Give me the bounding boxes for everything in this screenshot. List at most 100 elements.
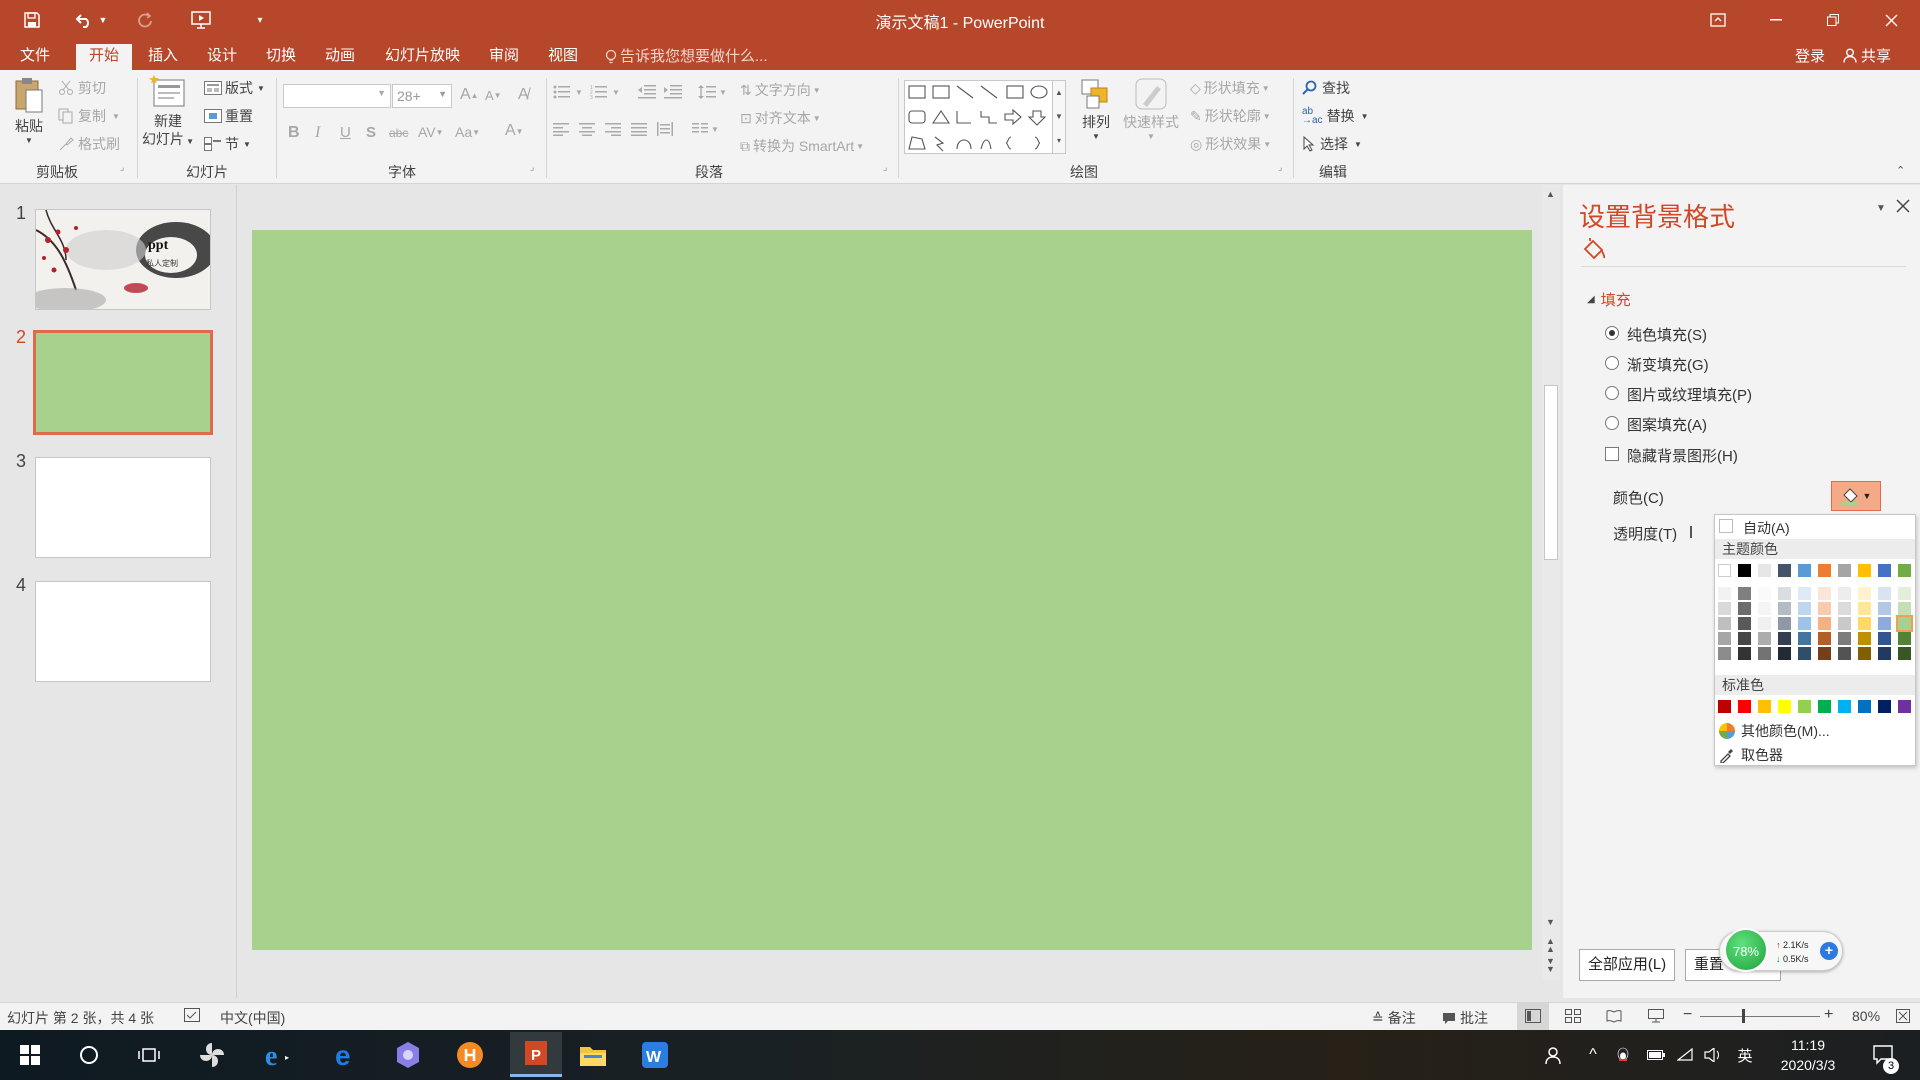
theme-color-swatch[interactable] <box>1838 564 1851 577</box>
theme-color-swatch[interactable] <box>1858 587 1871 600</box>
standard-color-swatch[interactable] <box>1878 700 1891 713</box>
paragraph-launcher-icon[interactable]: ⌟ <box>883 162 887 173</box>
vertical-scrollbar[interactable]: ▲ ▼ ▲ ▲ ▼ ▼ <box>1542 185 1560 980</box>
comments-button[interactable]: 批注 <box>1442 1008 1488 1028</box>
slide-thumbnail-1[interactable]: ppt 私人定制 <box>35 209 211 310</box>
theme-color-swatch[interactable] <box>1738 602 1751 615</box>
theme-color-swatch[interactable] <box>1838 647 1851 660</box>
theme-color-swatch[interactable] <box>1838 587 1851 600</box>
theme-color-swatch[interactable] <box>1878 564 1891 577</box>
theme-color-swatch[interactable] <box>1818 602 1831 615</box>
theme-color-swatch[interactable] <box>1738 587 1751 600</box>
ie-browser-icon[interactable]: e ▸ <box>258 1035 298 1075</box>
theme-color-swatch[interactable] <box>1798 617 1811 630</box>
standard-color-swatch[interactable] <box>1738 700 1751 713</box>
orange-app-icon[interactable] <box>450 1035 490 1075</box>
restore-icon[interactable] <box>1821 8 1845 32</box>
tab-insert[interactable]: 插入 <box>140 44 186 70</box>
shapes-gallery[interactable] <box>904 80 1064 154</box>
fit-to-window-icon[interactable] <box>1896 1009 1910 1023</box>
theme-color-swatch[interactable] <box>1738 617 1751 630</box>
theme-color-swatch[interactable] <box>1818 564 1831 577</box>
theme-color-swatch[interactable] <box>1718 564 1731 577</box>
tab-file[interactable]: 文件 <box>12 44 58 70</box>
theme-color-swatch[interactable] <box>1858 632 1871 645</box>
theme-color-swatch[interactable] <box>1898 632 1911 645</box>
more-colors-option[interactable]: 其他颜色(M)... <box>1719 721 1830 741</box>
theme-color-swatch[interactable] <box>1778 587 1791 600</box>
select-button[interactable]: 选择 ▼ <box>1302 134 1362 154</box>
pinwheel-app-icon[interactable] <box>192 1035 232 1075</box>
theme-color-swatch[interactable] <box>1798 564 1811 577</box>
solid-fill-label[interactable]: 纯色填充(S) <box>1627 324 1707 345</box>
add-icon[interactable]: + <box>1820 942 1838 960</box>
slideshow-view-icon[interactable] <box>1648 1009 1664 1023</box>
zoom-level[interactable]: 80% <box>1852 1008 1880 1024</box>
reset-button[interactable]: 重置 <box>204 106 253 126</box>
powerpoint-taskbar-icon[interactable]: P <box>510 1032 562 1077</box>
transparency-slider[interactable] <box>1690 526 1692 538</box>
current-slide[interactable] <box>252 230 1532 950</box>
theme-color-swatch[interactable] <box>1838 602 1851 615</box>
theme-color-swatch[interactable] <box>1878 602 1891 615</box>
tab-view[interactable]: 视图 <box>540 44 586 70</box>
zoom-slider[interactable] <box>1700 1016 1820 1017</box>
theme-color-swatch[interactable] <box>1898 564 1911 577</box>
collapse-ribbon-icon[interactable]: ⌃ <box>1896 164 1905 177</box>
theme-color-swatch[interactable] <box>1878 632 1891 645</box>
paste-button[interactable]: 粘贴 ▼ <box>12 76 46 145</box>
pane-options-icon[interactable]: ▼ <box>1876 203 1886 214</box>
standard-color-swatch[interactable] <box>1758 700 1771 713</box>
theme-color-swatch[interactable] <box>1898 647 1911 660</box>
ribbon-display-options-icon[interactable] <box>1706 8 1730 32</box>
theme-color-swatch[interactable] <box>1778 602 1791 615</box>
tab-review[interactable]: 审阅 <box>481 44 527 70</box>
input-method-indicator[interactable]: 英 <box>1733 1035 1757 1075</box>
clipboard-launcher-icon[interactable]: ⌟ <box>120 162 124 173</box>
gradient-fill-label[interactable]: 渐变填充(G) <box>1627 354 1709 375</box>
section-button[interactable]: 节 ▼ <box>204 134 251 154</box>
edge-browser-icon[interactable]: e <box>326 1035 366 1075</box>
qq-penguin-icon[interactable] <box>1612 1035 1634 1075</box>
standard-color-swatch[interactable] <box>1778 700 1791 713</box>
standard-color-swatch[interactable] <box>1818 700 1831 713</box>
slide-thumbnail-4[interactable] <box>35 581 211 682</box>
slide-thumbnail-3[interactable] <box>35 457 211 558</box>
font-size-combo[interactable]: 28+ ▼ <box>392 84 452 108</box>
theme-color-swatch[interactable] <box>1758 602 1771 615</box>
theme-color-swatch[interactable] <box>1858 617 1871 630</box>
hide-bg-label[interactable]: 隐藏背景图形(H) <box>1627 445 1738 466</box>
replace-button[interactable]: ab →ac 替换 ▼ <box>1302 106 1368 126</box>
close-window-icon[interactable] <box>1879 8 1903 32</box>
theme-color-swatch[interactable] <box>1718 647 1731 660</box>
theme-color-swatch[interactable] <box>1758 587 1771 600</box>
hide-bg-checkbox[interactable] <box>1605 447 1619 461</box>
spell-check-icon[interactable] <box>184 1008 200 1022</box>
zoom-out-icon[interactable]: − <box>1683 1006 1692 1024</box>
close-pane-icon[interactable] <box>1896 199 1910 213</box>
solid-fill-radio[interactable] <box>1605 326 1619 340</box>
task-view-icon[interactable] <box>129 1035 169 1075</box>
font-launcher-icon[interactable]: ⌟ <box>530 162 534 173</box>
theme-color-swatch[interactable] <box>1758 564 1771 577</box>
theme-color-swatch[interactable] <box>1798 602 1811 615</box>
theme-color-swatch[interactable] <box>1758 617 1771 630</box>
theme-color-swatch[interactable] <box>1798 632 1811 645</box>
theme-color-swatch[interactable] <box>1898 587 1911 600</box>
theme-color-swatch[interactable] <box>1778 564 1791 577</box>
theme-color-swatch[interactable] <box>1798 647 1811 660</box>
next-slide-icon[interactable]: ▼ ▼ <box>1546 957 1555 974</box>
file-explorer-icon[interactable] <box>573 1035 613 1075</box>
scroll-up-icon[interactable]: ▲ <box>1546 189 1555 199</box>
people-icon[interactable] <box>1535 1035 1575 1075</box>
theme-color-swatch[interactable] <box>1818 647 1831 660</box>
theme-color-swatch[interactable] <box>1718 617 1731 630</box>
fill-category-icon[interactable] <box>1581 237 1607 263</box>
theme-color-swatch[interactable] <box>1738 632 1751 645</box>
theme-color-swatch[interactable] <box>1718 587 1731 600</box>
theme-color-swatch[interactable] <box>1878 617 1891 630</box>
tab-design[interactable]: 设计 <box>199 44 245 70</box>
theme-color-swatch[interactable] <box>1898 602 1911 615</box>
theme-color-swatch[interactable] <box>1778 617 1791 630</box>
pattern-fill-label[interactable]: 图案填充(A) <box>1627 414 1707 435</box>
